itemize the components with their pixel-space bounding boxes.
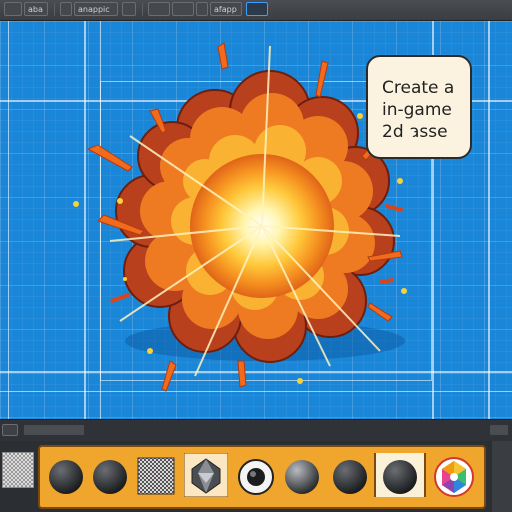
metal-sphere-icon[interactable] — [280, 453, 324, 497]
selected-sphere-icon[interactable] — [374, 453, 426, 497]
bubble-line-1: Create a — [382, 78, 455, 98]
toolbar-button-active[interactable] — [246, 2, 268, 16]
dark-sphere-icon[interactable] — [328, 453, 372, 497]
toolbar-button-4[interactable]: anappic — [74, 2, 118, 16]
bubble-line-3: 2d asse — [382, 122, 448, 142]
dark-sphere-icon[interactable] — [44, 453, 88, 497]
faceted-gem-icon[interactable] — [184, 453, 228, 497]
panel-scrollbar[interactable] — [492, 441, 512, 512]
status-strip — [0, 419, 512, 442]
speech-bubble: Create a in-game 2d asse — [366, 55, 472, 159]
strip-toggle-button[interactable] — [2, 424, 18, 436]
toolbar-button-1[interactable] — [4, 2, 22, 16]
toolbar-button-8[interactable] — [196, 2, 208, 16]
toolbar-button-5[interactable] — [122, 2, 136, 16]
checker-texture-icon[interactable] — [134, 453, 178, 497]
toolbar-button-7[interactable] — [172, 2, 194, 16]
toolbar-button-3[interactable] — [60, 2, 72, 16]
dark-sphere-icon[interactable] — [88, 453, 132, 497]
toolbar-button-9[interactable]: afapp — [210, 2, 242, 16]
toolbar-divider — [54, 3, 55, 16]
toolbar-button-2[interactable]: aba — [24, 2, 48, 16]
status-text-placeholder — [24, 425, 84, 435]
top-toolbar: aba anappic afapp — [0, 0, 512, 21]
texture-preview-thumbnail[interactable] — [2, 452, 34, 488]
toolbar-button-6[interactable] — [148, 2, 170, 16]
bubble-line-2: in-game — [382, 100, 452, 120]
toolbar-divider — [142, 3, 143, 16]
rainbow-gem-icon[interactable] — [432, 453, 476, 497]
eyeball-sphere-icon[interactable] — [234, 453, 278, 497]
status-indicator — [490, 425, 508, 435]
speech-bubble-tail-fill — [403, 130, 415, 145]
canvas-viewport[interactable]: Create a in-game 2d asse — [0, 21, 512, 419]
